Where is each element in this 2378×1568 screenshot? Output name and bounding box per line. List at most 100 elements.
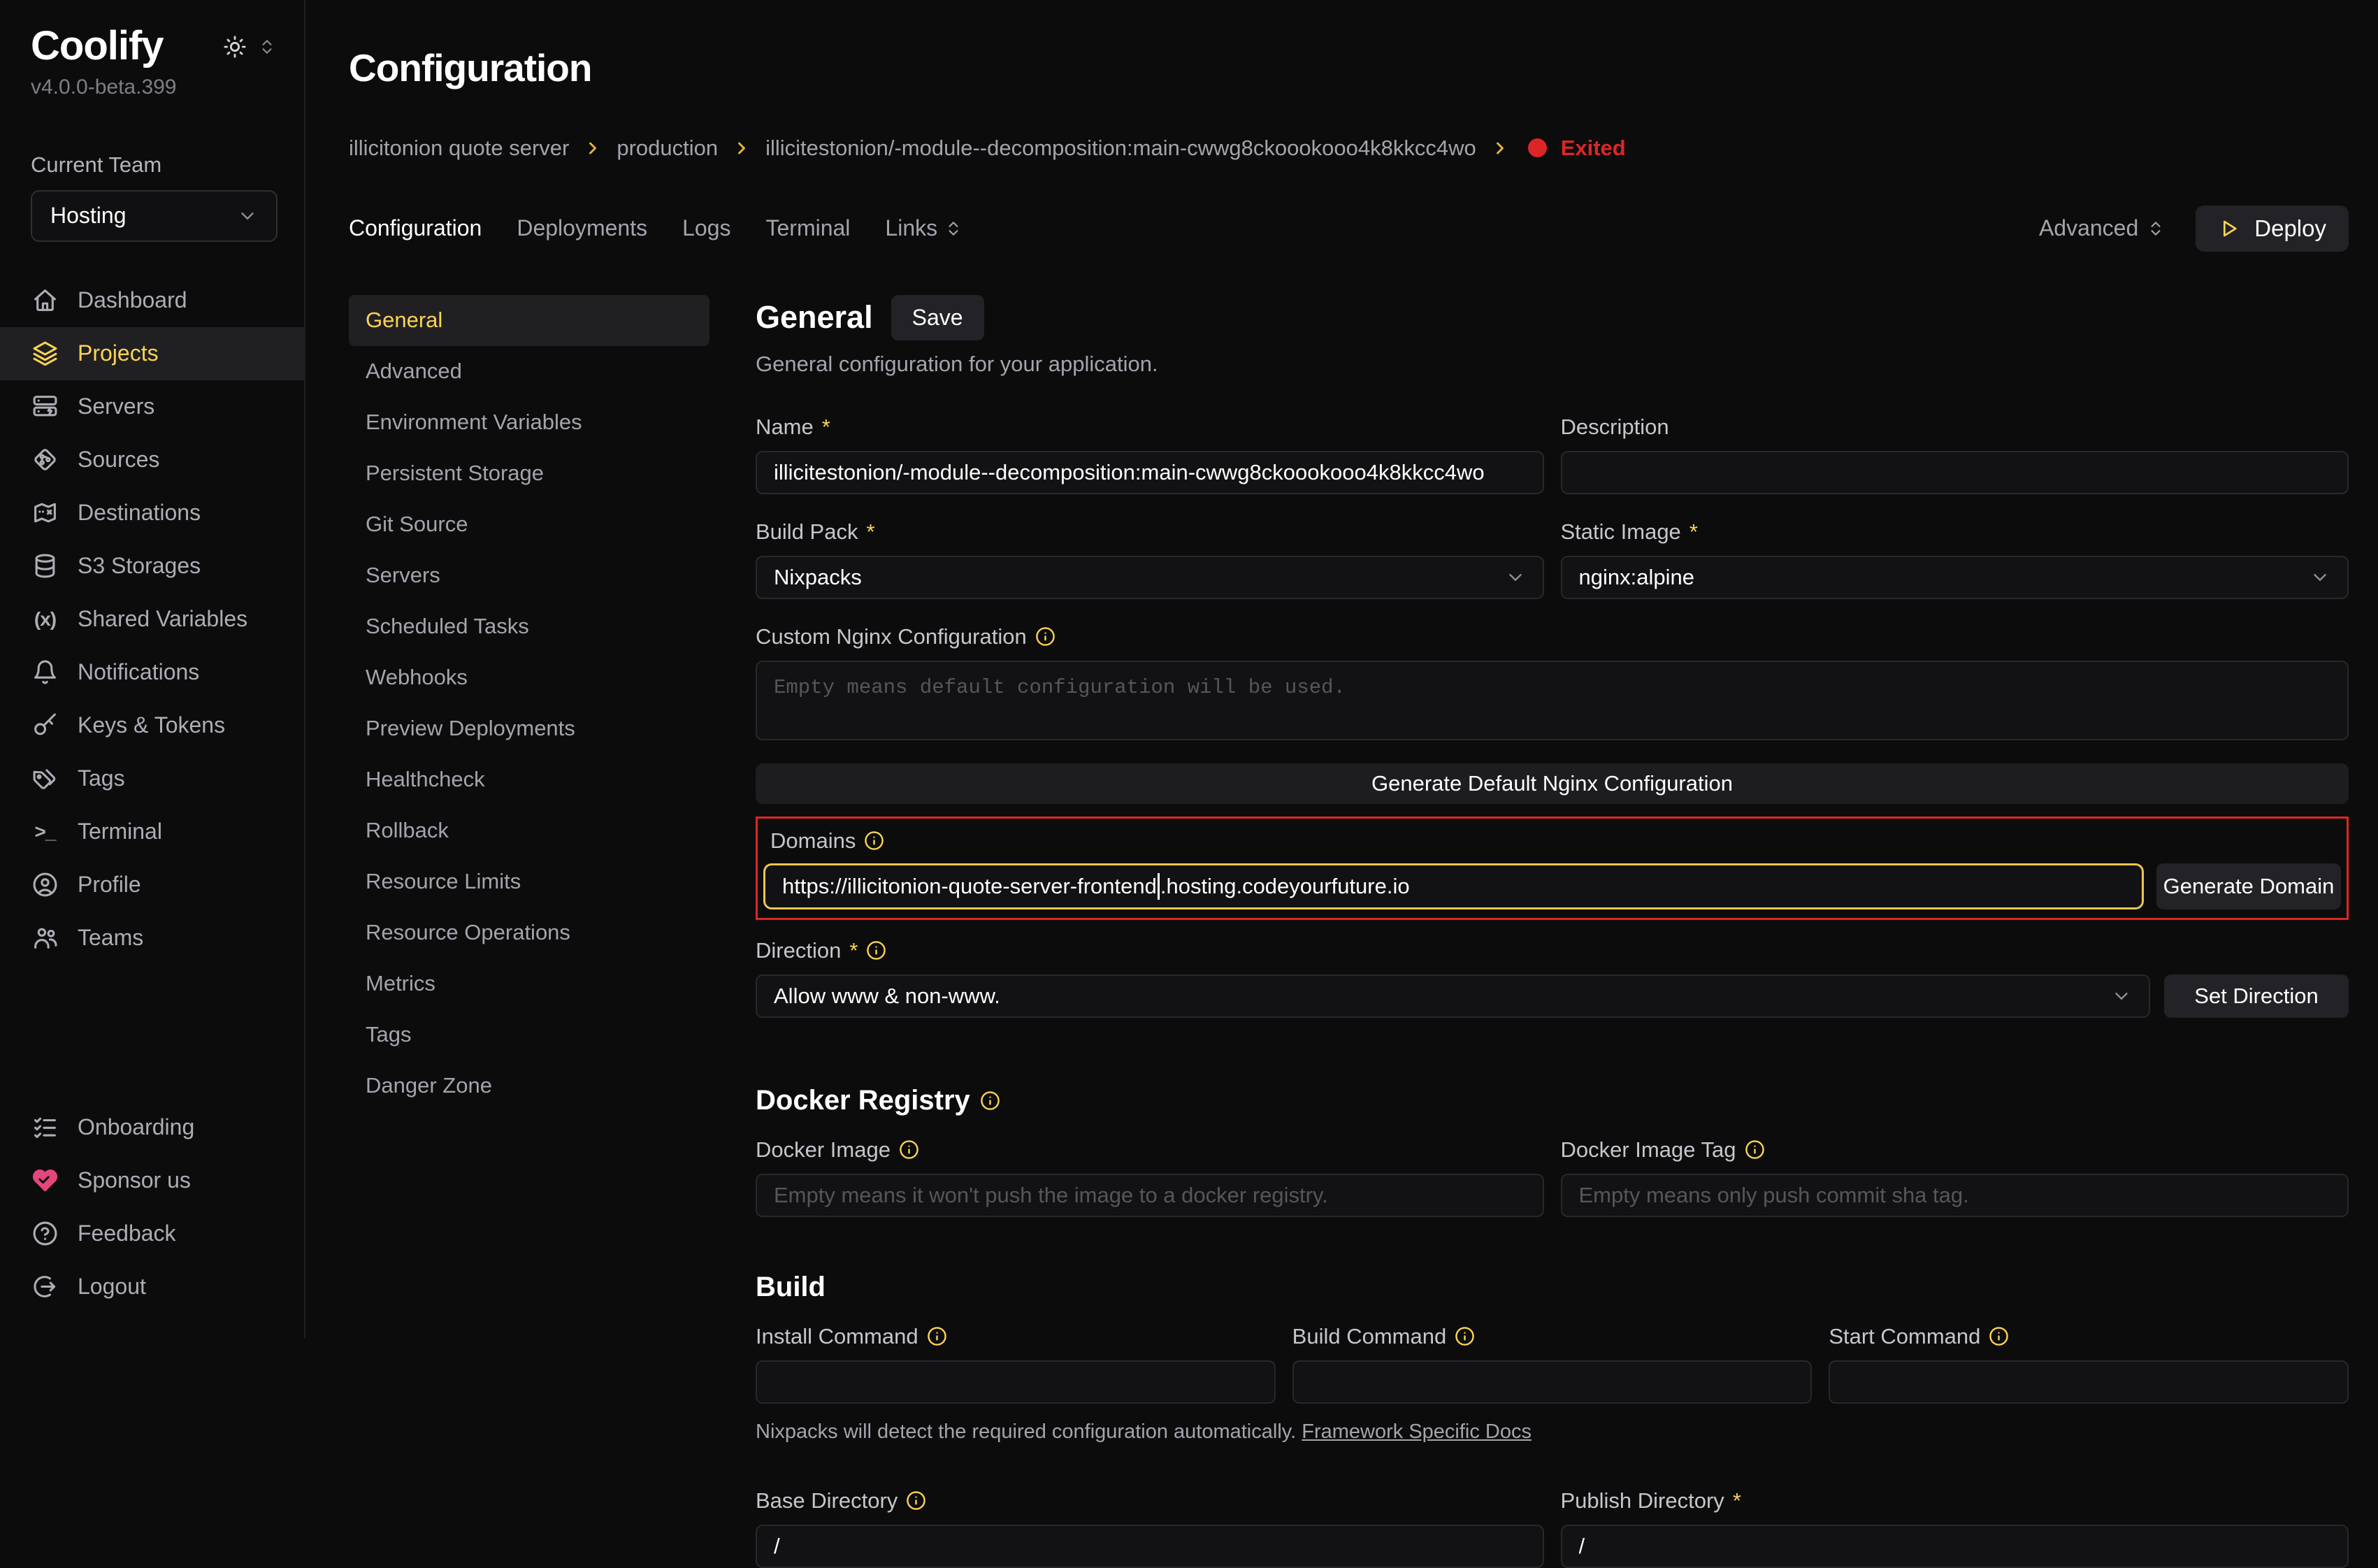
docker-image-tag-input[interactable] <box>1561 1174 2349 1217</box>
publish-directory-input[interactable] <box>1561 1525 2349 1568</box>
save-button[interactable]: Save <box>891 295 984 340</box>
sidebar: Coolify v4.0.0-beta.399 Current Team Hos… <box>0 0 305 1338</box>
sidebar-item-servers[interactable]: Servers <box>0 380 304 433</box>
home-icon <box>32 287 58 313</box>
theme-select-chevrons-icon[interactable] <box>258 38 276 56</box>
sidebar-item-dashboard[interactable]: Dashboard <box>0 274 304 327</box>
docker-image-input[interactable] <box>756 1174 1544 1217</box>
sidebar-item-profile[interactable]: Profile <box>0 858 304 912</box>
domain-value-after-caret: .hosting.codeyourfuture.io <box>1160 874 1410 899</box>
deploy-button[interactable]: Deploy <box>2196 206 2349 252</box>
chevron-right-icon <box>732 138 751 158</box>
subnav-resource-limits[interactable]: Resource Limits <box>349 856 709 907</box>
sidebar-header: Coolify v4.0.0-beta.399 Current Team Hos… <box>0 24 304 242</box>
info-icon[interactable] <box>980 1091 1000 1111</box>
build-pack-value: Nixpacks <box>774 565 862 590</box>
tab-configuration[interactable]: Configuration <box>349 215 482 241</box>
map-icon <box>32 500 58 526</box>
breadcrumb-application[interactable]: illicitestonion/-module--decomposition:m… <box>765 136 1476 161</box>
sidebar-item-label: Servers <box>78 394 154 419</box>
name-input[interactable] <box>756 451 1544 494</box>
info-icon[interactable] <box>899 1139 919 1160</box>
advanced-dropdown-label: Advanced <box>2039 215 2138 241</box>
sidebar-item-terminal[interactable]: >_ Terminal <box>0 805 304 858</box>
nixpacks-helper-text: Nixpacks will detect the required config… <box>756 1420 2349 1444</box>
sidebar-item-label: S3 Storages <box>78 553 201 579</box>
sidebar-item-projects[interactable]: Projects <box>0 327 304 380</box>
info-icon[interactable] <box>1989 1326 2009 1346</box>
sidebar-item-teams[interactable]: Teams <box>0 912 304 965</box>
generate-nginx-button[interactable]: Generate Default Nginx Configuration <box>756 763 2349 804</box>
build-command-input[interactable] <box>1292 1360 1813 1404</box>
info-icon[interactable] <box>1745 1139 1765 1160</box>
subnav-advanced[interactable]: Advanced <box>349 346 709 397</box>
set-direction-button[interactable]: Set Direction <box>2164 974 2349 1018</box>
subnav-healthcheck[interactable]: Healthcheck <box>349 754 709 805</box>
sidebar-item-shared-variables[interactable]: (x) Shared Variables <box>0 593 304 646</box>
sidebar-item-onboarding[interactable]: Onboarding <box>0 1100 304 1153</box>
sidebar-item-label: Logout <box>78 1274 146 1300</box>
app-window: Coolify v4.0.0-beta.399 Current Team Hos… <box>0 0 2378 1338</box>
breadcrumb-environment[interactable]: production <box>617 136 718 161</box>
base-directory-input[interactable] <box>756 1525 1544 1568</box>
build-pack-select[interactable]: Nixpacks <box>756 556 1544 599</box>
sidebar-item-keys-tokens[interactable]: Keys & Tokens <box>0 699 304 752</box>
subnav-environment-variables[interactable]: Environment Variables <box>349 397 709 448</box>
sidebar-item-destinations[interactable]: Destinations <box>0 487 304 540</box>
current-team-label: Current Team <box>31 152 276 178</box>
domains-input[interactable]: https://illicitonion-quote-server-fronte… <box>763 863 2144 909</box>
start-command-label: Start Command <box>1829 1324 2349 1349</box>
install-command-input[interactable] <box>756 1360 1276 1404</box>
subnav-persistent-storage[interactable]: Persistent Storage <box>349 448 709 499</box>
sidebar-item-feedback[interactable]: Feedback <box>0 1207 304 1260</box>
subnav-resource-operations[interactable]: Resource Operations <box>349 907 709 958</box>
sidebar-item-logout[interactable]: Logout <box>0 1260 304 1313</box>
subnav-rollback[interactable]: Rollback <box>349 805 709 856</box>
subnav-webhooks[interactable]: Webhooks <box>349 652 709 703</box>
sidebar-item-sponsor[interactable]: Sponsor us <box>0 1153 304 1207</box>
sidebar-item-s3-storages[interactable]: S3 Storages <box>0 540 304 593</box>
framework-docs-link[interactable]: Framework Specific Docs <box>1302 1420 1532 1443</box>
domains-label: Domains <box>770 828 2341 854</box>
sidebar-item-label: Feedback <box>78 1221 176 1246</box>
static-image-value: nginx:alpine <box>1579 565 1694 590</box>
tab-deployments[interactable]: Deployments <box>517 215 647 241</box>
help-circle-icon <box>32 1221 58 1246</box>
info-icon[interactable] <box>927 1326 947 1346</box>
sidebar-item-sources[interactable]: Sources <box>0 433 304 487</box>
team-select-value: Hosting <box>50 203 127 229</box>
team-select[interactable]: Hosting <box>31 190 278 242</box>
subnav-tags[interactable]: Tags <box>349 1009 709 1060</box>
section-title-docker-registry: Docker Registry <box>756 1085 970 1116</box>
base-directory-label: Base Directory <box>756 1488 1544 1513</box>
tab-terminal[interactable]: Terminal <box>765 215 850 241</box>
info-icon[interactable] <box>866 940 886 961</box>
info-icon[interactable] <box>864 830 884 851</box>
subnav-metrics[interactable]: Metrics <box>349 958 709 1009</box>
sidebar-item-label: Terminal <box>78 819 162 844</box>
theme-sun-icon[interactable] <box>223 35 247 59</box>
subnav-preview-deployments[interactable]: Preview Deployments <box>349 703 709 754</box>
breadcrumb-project[interactable]: illicitonion quote server <box>349 136 569 161</box>
subnav-general[interactable]: General <box>349 295 709 346</box>
info-icon[interactable] <box>906 1490 926 1511</box>
tab-logs[interactable]: Logs <box>682 215 730 241</box>
start-command-input[interactable] <box>1829 1360 2349 1404</box>
nginx-config-textarea[interactable] <box>756 661 2349 740</box>
tab-links[interactable]: Links <box>885 215 963 241</box>
page-title: Configuration <box>349 45 2349 90</box>
info-icon[interactable] <box>1035 626 1055 647</box>
direction-select[interactable]: Allow www & non-www. <box>756 974 2150 1018</box>
advanced-dropdown[interactable]: Advanced <box>2039 215 2165 241</box>
static-image-select[interactable]: nginx:alpine <box>1561 556 2349 599</box>
bell-icon <box>32 659 58 685</box>
info-icon[interactable] <box>1455 1326 1475 1346</box>
description-input[interactable] <box>1561 451 2349 494</box>
subnav-danger-zone[interactable]: Danger Zone <box>349 1060 709 1112</box>
generate-domain-button[interactable]: Generate Domain <box>2156 863 2341 909</box>
sidebar-item-notifications[interactable]: Notifications <box>0 646 304 699</box>
subnav-servers[interactable]: Servers <box>349 550 709 601</box>
subnav-git-source[interactable]: Git Source <box>349 499 709 550</box>
sidebar-item-tags[interactable]: Tags <box>0 752 304 805</box>
subnav-scheduled-tasks[interactable]: Scheduled Tasks <box>349 601 709 652</box>
